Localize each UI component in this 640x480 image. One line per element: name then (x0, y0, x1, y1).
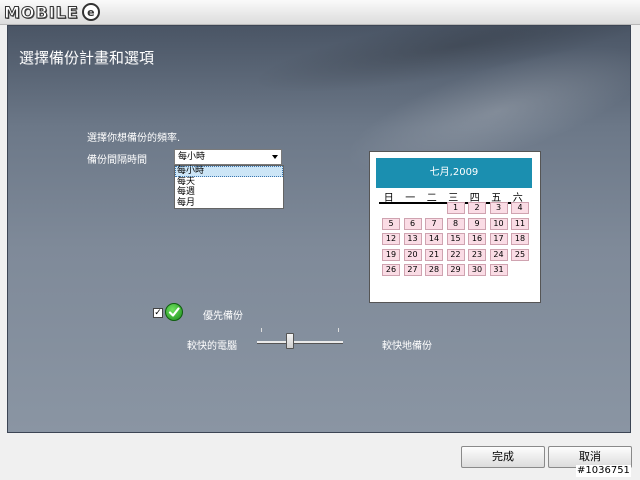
watermark: #1036751 (576, 465, 631, 477)
calendar-day-5[interactable]: 5 (382, 218, 400, 230)
frequency-prompt: 選擇你想備份的頻率. (87, 133, 181, 144)
calendar-day-2[interactable]: 2 (468, 202, 486, 214)
calendar-day-31[interactable]: 31 (489, 264, 508, 276)
slider-tick-min (261, 328, 262, 332)
speed-slider-track[interactable] (257, 341, 343, 344)
slider-tick-max (338, 328, 339, 332)
calendar-day-9[interactable]: 9 (468, 218, 486, 230)
priority-checkbox[interactable]: ✓ (153, 308, 163, 318)
finish-button[interactable]: 完成 (461, 446, 545, 468)
interval-label: 備份間隔時間 (87, 155, 147, 166)
green-check-icon (165, 303, 183, 321)
calendar-day-29[interactable]: 29 (446, 264, 465, 276)
calendar: 七月,2009 日 一 二 三 四 五 六 1 2 3 4 5 6 7 8 9 10 11 12 13 1… (369, 151, 541, 303)
calendar-day-7[interactable]: 7 (425, 218, 443, 230)
title-bar: MOBILE e (0, 0, 640, 25)
calendar-day-17[interactable]: 17 (489, 233, 508, 245)
calendar-month-header: 七月,2009 (376, 158, 532, 188)
calendar-day-27[interactable]: 27 (403, 264, 422, 276)
interval-option-weekly[interactable]: 每週 (175, 187, 283, 198)
calendar-day-16[interactable]: 16 (468, 233, 486, 245)
calendar-day-28[interactable]: 28 (425, 264, 443, 276)
calendar-day-30[interactable]: 30 (468, 264, 486, 276)
dropdown-arrow-icon[interactable] (272, 155, 278, 159)
calendar-day-15[interactable]: 15 (446, 233, 465, 245)
calendar-day-21[interactable]: 21 (425, 249, 443, 261)
calendar-day-3[interactable]: 3 (489, 202, 508, 214)
wizard-panel: 選擇備份計畫和選項 選擇你想備份的頻率. 備份間隔時間 每小時 每小時 每天 每… (7, 25, 631, 433)
interval-select[interactable]: 每小時 (174, 149, 282, 165)
app-logo: MOBILE e (4, 1, 100, 23)
calendar-day-24[interactable]: 24 (489, 249, 508, 261)
calendar-day-10[interactable]: 10 (489, 218, 508, 230)
calendar-day-11[interactable]: 11 (511, 218, 529, 230)
calendar-day-25[interactable]: 25 (511, 249, 529, 261)
calendar-day-13[interactable]: 13 (403, 233, 422, 245)
slider-slow-label: 較快的電腦 (187, 341, 237, 352)
logo-mark-icon: e (81, 3, 100, 21)
logo-text: MOBILE (4, 2, 79, 22)
calendar-day-1[interactable]: 1 (446, 202, 465, 214)
interval-option-monthly[interactable]: 每月 (175, 198, 283, 209)
calendar-day-26[interactable]: 26 (382, 264, 400, 276)
interval-select-value: 每小時 (178, 152, 206, 162)
calendar-day-14[interactable]: 14 (425, 233, 443, 245)
calendar-day-22[interactable]: 22 (446, 249, 465, 261)
calendar-day-19[interactable]: 19 (382, 249, 400, 261)
interval-option-daily[interactable]: 每天 (175, 177, 283, 188)
calendar-day-20[interactable]: 20 (403, 249, 422, 261)
interval-dropdown-list: 每小時 每天 每週 每月 (174, 165, 284, 209)
priority-label: 優先備份 (203, 311, 243, 322)
calendar-day-12[interactable]: 12 (382, 233, 400, 245)
calendar-day-23[interactable]: 23 (468, 249, 486, 261)
interval-option-hourly[interactable]: 每小時 (175, 166, 283, 177)
calendar-day-18[interactable]: 18 (511, 233, 529, 245)
calendar-day-8[interactable]: 8 (446, 218, 465, 230)
slider-fast-label: 較快地備份 (382, 341, 432, 352)
page-title: 選擇備份計畫和選項 (19, 49, 155, 67)
speed-slider-thumb[interactable] (285, 333, 294, 349)
calendar-day-4[interactable]: 4 (511, 202, 529, 214)
calendar-day-6[interactable]: 6 (403, 218, 422, 230)
